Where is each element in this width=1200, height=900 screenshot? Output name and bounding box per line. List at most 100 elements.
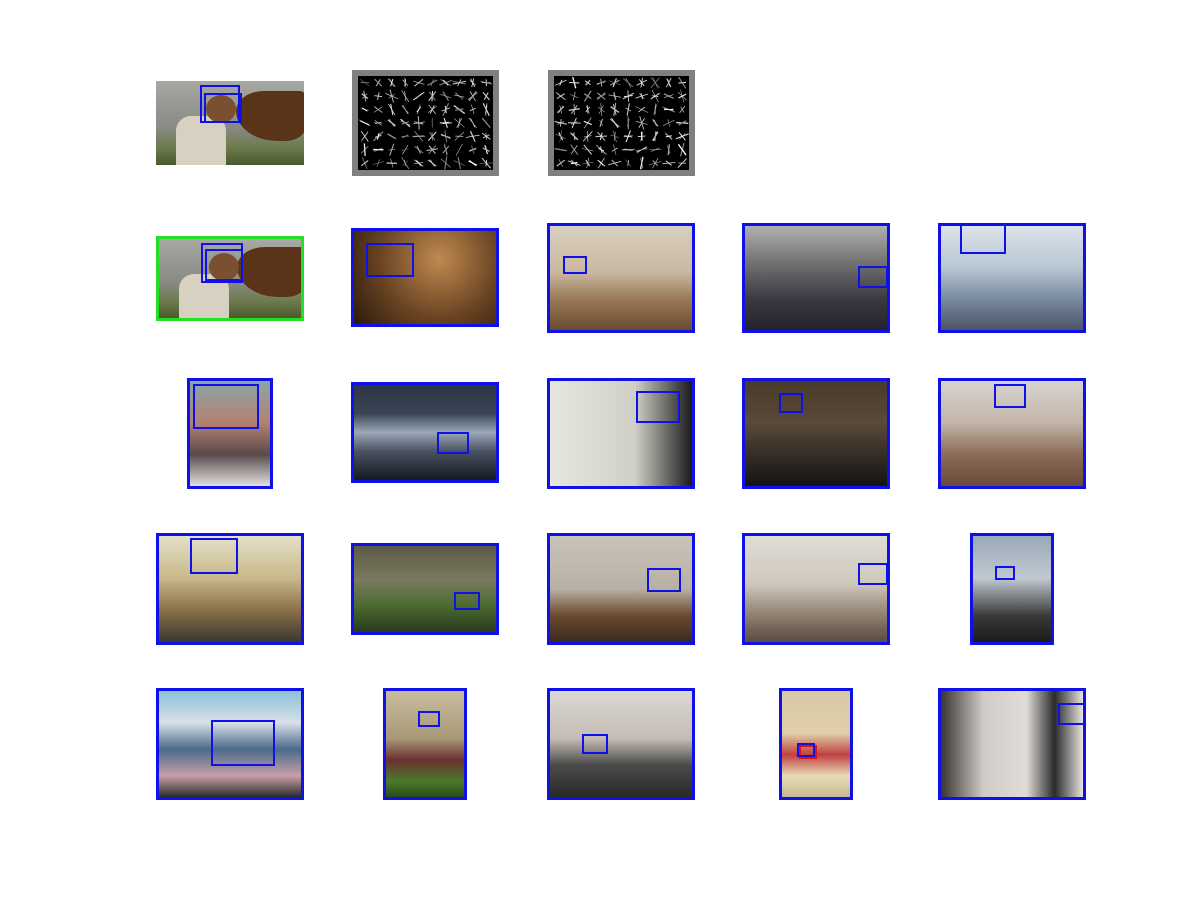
hog-gradient-stroke: [417, 115, 420, 130]
result-thumbnail: [156, 533, 304, 645]
hog-gradient-stroke: [481, 118, 491, 128]
hog-gradient-stroke: [390, 103, 394, 116]
hog-gradient-stroke: [677, 143, 687, 156]
detection-box: [190, 538, 238, 574]
hog-gradient-stroke: [431, 132, 433, 141]
result-thumbnail: [351, 382, 499, 483]
hog-gradient-stroke: [678, 93, 687, 99]
hog-gradient-stroke: [625, 159, 632, 167]
detection-box: [582, 734, 608, 754]
detection-box: [1058, 703, 1083, 725]
hog-gradient-stroke: [455, 92, 464, 100]
hog-gradient-stroke: [442, 79, 449, 86]
hog-glyph-field: [358, 76, 493, 170]
hog-gradient-stroke: [402, 104, 409, 115]
hog-gradient-stroke: [428, 104, 437, 115]
hog-gradient-stroke: [599, 118, 604, 127]
detection-box: [995, 566, 1015, 580]
hog-gradient-stroke: [623, 135, 633, 138]
detection-box: [647, 568, 681, 592]
detection-box: [563, 256, 587, 274]
hog-gradient-stroke: [653, 119, 658, 126]
hog-gradient-stroke: [623, 94, 633, 98]
detection-box: [204, 93, 242, 123]
hog-gradient-stroke: [583, 144, 593, 155]
hog-visualization-2: [548, 70, 695, 176]
result-thumbnail: [938, 223, 1086, 333]
result-thumbnail: [156, 688, 304, 800]
hog-gradient-stroke: [468, 117, 478, 129]
hog-gradient-stroke: [404, 90, 407, 102]
result-thumbnail: [547, 378, 695, 489]
hog-gradient-stroke: [455, 108, 464, 111]
hog-gradient-stroke: [415, 93, 423, 100]
detection-box: [797, 743, 815, 757]
hog-gradient-stroke: [583, 120, 592, 126]
hog-gradient-stroke: [554, 79, 567, 86]
hog-gradient-stroke: [360, 160, 369, 167]
hog-gradient-stroke: [427, 159, 437, 167]
person-shape: [176, 116, 226, 165]
result-thumbnail: [779, 688, 853, 800]
result-thumbnail: [351, 543, 499, 635]
detection-box: [205, 249, 243, 281]
hog-gradient-stroke: [468, 160, 477, 167]
hog-gradient-stroke: [373, 148, 384, 151]
hog-gradient-stroke: [667, 144, 670, 156]
hog-gradient-stroke: [416, 106, 422, 113]
hog-gradient-stroke: [626, 103, 630, 116]
hog-gradient-stroke: [374, 78, 383, 87]
hog-gradient-stroke: [557, 106, 565, 113]
hog-gradient-stroke: [471, 78, 475, 88]
hog-gradient-stroke: [468, 90, 477, 102]
hog-gradient-stroke: [414, 146, 424, 154]
hog-gradient-stroke: [444, 105, 447, 114]
hog-gradient-stroke: [678, 131, 686, 141]
hog-visualization-1: [352, 70, 499, 176]
hog-gradient-stroke: [360, 120, 370, 126]
hog-gradient-stroke: [401, 148, 409, 151]
hog-gradient-stroke: [612, 130, 617, 143]
hog-gradient-stroke: [482, 91, 490, 101]
result-thumbnail: [742, 223, 890, 333]
detection-box: [779, 393, 803, 413]
detection-box: [211, 720, 275, 766]
hog-gradient-stroke: [623, 148, 634, 151]
result-thumbnail: [938, 688, 1086, 800]
result-thumbnail: [383, 688, 467, 800]
hog-gradient-stroke: [583, 90, 592, 102]
hog-gradient-stroke: [663, 93, 674, 99]
hog-gradient-stroke: [611, 117, 619, 128]
detection-box: [454, 592, 480, 610]
hog-gradient-stroke: [622, 78, 634, 88]
result-thumbnail: [938, 378, 1086, 489]
hog-gradient-stroke: [662, 119, 675, 126]
detection-box: [960, 226, 1006, 254]
detection-box: [858, 266, 887, 288]
hog-glyph-field: [554, 76, 689, 170]
hog-gradient-stroke: [638, 106, 646, 113]
detection-box: [418, 711, 440, 727]
hog-gradient-stroke: [444, 156, 448, 170]
hog-gradient-stroke: [665, 135, 672, 138]
hog-gradient-stroke: [390, 78, 394, 87]
hog-gradient-stroke: [585, 79, 591, 86]
detection-box: [193, 384, 259, 429]
detection-box: [636, 391, 680, 423]
result-thumbnail: [742, 378, 890, 489]
detection-box: [366, 243, 414, 277]
hog-gradient-stroke: [388, 118, 395, 127]
query-image: [156, 81, 304, 165]
hog-gradient-stroke: [402, 160, 408, 166]
hog-gradient-stroke: [457, 146, 462, 154]
hog-gradient-stroke: [387, 133, 397, 140]
result-thumbnail: [547, 688, 695, 800]
hog-gradient-stroke: [556, 159, 566, 167]
result-thumbnail: [351, 228, 499, 327]
result-thumbnail: [970, 533, 1054, 645]
hog-gradient-stroke: [597, 159, 606, 167]
detection-box: [437, 432, 469, 454]
result-thumbnail: [547, 223, 695, 333]
hog-gradient-stroke: [440, 93, 452, 99]
hog-gradient-stroke: [652, 157, 659, 169]
